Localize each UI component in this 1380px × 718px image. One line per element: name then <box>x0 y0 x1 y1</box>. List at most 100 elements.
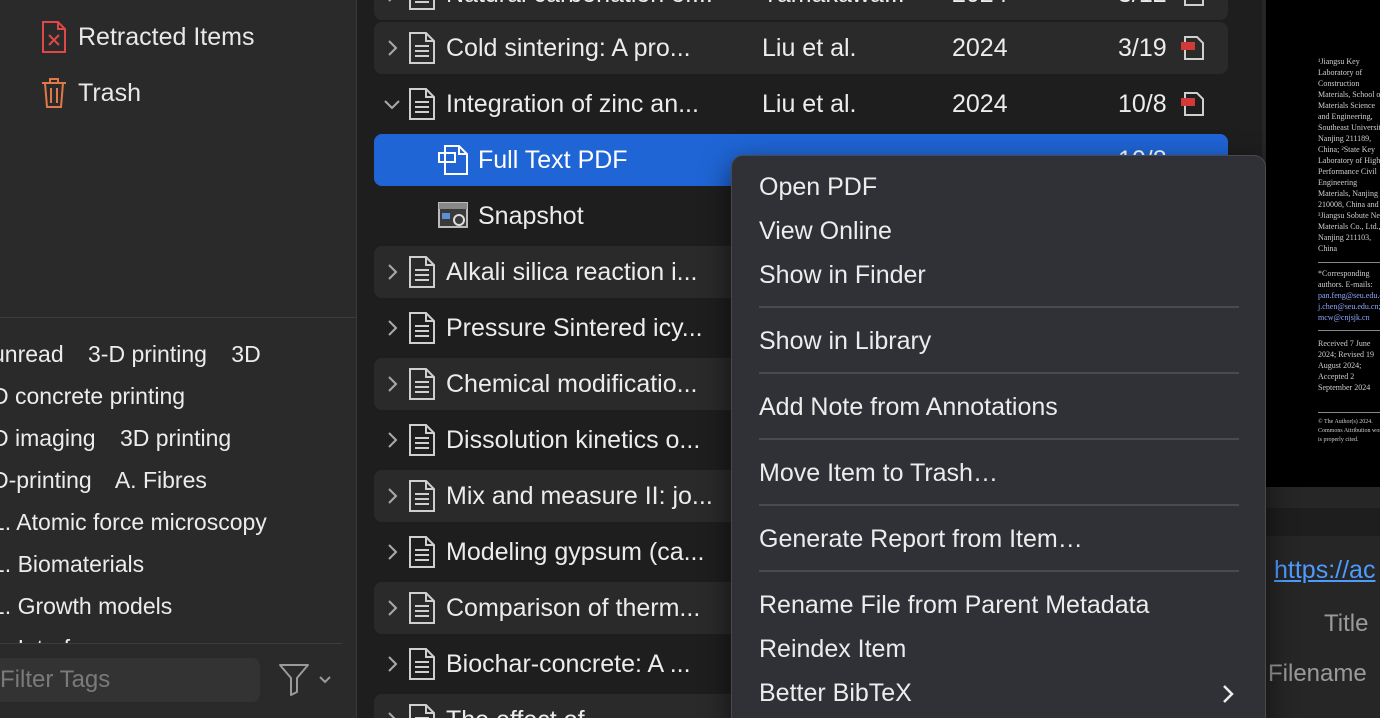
pdf-license: © The Author(s) 2024. Commons Attributio… <box>1318 419 1380 443</box>
item-title: The effect of ... <box>446 706 731 718</box>
chevron-down-icon <box>318 672 332 690</box>
item-creator: Liu et al. <box>762 90 857 118</box>
item-row[interactable]: Natural carbonation of... Yamakawa... 20… <box>374 0 1228 20</box>
collection-retracted-items[interactable]: Retracted Items <box>40 17 254 57</box>
retracted-icon <box>40 20 68 54</box>
filter-tags-box <box>0 658 260 702</box>
item-creator: Liu et al. <box>762 34 857 62</box>
item-row[interactable]: Integration of zinc an... Liu et al. 202… <box>374 78 1228 130</box>
menu-item-generate-report[interactable]: Generate Report from Item… <box>759 525 1083 554</box>
attachment-url-link[interactable]: https://ac <box>1274 556 1375 585</box>
pdf-affiliation-text: ¹Jiangsu Key Laboratory of Construction … <box>1318 57 1380 253</box>
title-field-label: Title <box>1324 610 1369 637</box>
item-year: 2024 <box>952 90 1008 118</box>
chevron-right-icon <box>1220 683 1236 705</box>
menu-item-move-to-trash[interactable]: Move Item to Trash… <box>759 459 998 488</box>
item-title: Mix and measure II: jo... <box>446 482 713 510</box>
menu-item-show-in-library[interactable]: Show in Library <box>759 327 931 356</box>
chevron-right-icon[interactable] <box>382 260 402 284</box>
tag[interactable]: 1. Atomic force microscopy <box>0 509 267 535</box>
journal-article-icon <box>408 592 436 624</box>
chevron-right-icon[interactable] <box>382 596 402 620</box>
tag[interactable]: D-printing <box>0 467 92 493</box>
pdf-divider <box>1318 412 1380 413</box>
tag[interactable]: 3-D printing <box>88 341 207 367</box>
tag-selector-divider <box>0 317 357 318</box>
menu-separator <box>759 306 1239 308</box>
tag[interactable]: D imaging <box>0 425 96 451</box>
tag[interactable]: A. Fibres <box>115 467 207 493</box>
item-row[interactable]: Cold sintering: A pro... Liu et al. 2024… <box>374 22 1228 74</box>
collection-trash[interactable]: Trash <box>40 73 141 113</box>
pane-separator <box>1262 508 1380 536</box>
filter-tags-input[interactable] <box>0 666 250 694</box>
tag-row: D imaging 3D printing <box>0 425 249 452</box>
item-title: Natural carbonation of... <box>446 0 731 9</box>
menu-separator <box>759 504 1239 506</box>
chevron-right-icon[interactable] <box>382 0 402 6</box>
chevron-right-icon[interactable] <box>382 36 402 60</box>
tag[interactable]: 3D printing <box>120 425 231 451</box>
item-title: Modeling gypsum (ca... <box>446 538 705 566</box>
menu-item-reindex-item[interactable]: Reindex Item <box>759 635 906 664</box>
chevron-down-icon[interactable] <box>382 92 402 116</box>
tag[interactable]: 1. Biomaterials <box>0 551 144 577</box>
tag[interactable]: 3D <box>231 341 260 367</box>
menu-item-add-note-from-annotations[interactable]: Add Note from Annotations <box>759 393 1058 422</box>
menu-separator <box>759 438 1239 440</box>
pdf-attachment-icon[interactable] <box>1180 90 1208 118</box>
menu-item-show-in-finder[interactable]: Show in Finder <box>759 261 926 290</box>
item-title: Comparison of therm... <box>446 594 701 622</box>
tag[interactable]: unread <box>0 341 64 367</box>
item-date-added: 3/19 <box>1118 34 1166 62</box>
snapshot-icon <box>438 200 468 232</box>
tag-row: unread 3-D printing 3D <box>0 341 279 368</box>
item-title: Full Text PDF <box>478 146 628 174</box>
item-date-added: 3/12 <box>1118 0 1166 9</box>
item-title: Integration of zinc an... <box>446 90 699 118</box>
menu-item-open-pdf[interactable]: Open PDF <box>759 173 877 202</box>
item-title: Alkali silica reaction i... <box>446 258 698 286</box>
chevron-right-icon[interactable] <box>382 708 402 718</box>
tag[interactable]: D concrete printing <box>0 383 185 409</box>
pdf-preview: ¹Jiangsu Key Laboratory of Construction … <box>1266 0 1380 487</box>
pdf-emails: pan.feng@seu.edu.cn; j.chen@seu.edu.cn; … <box>1318 291 1380 322</box>
item-title: Chemical modificatio... <box>446 370 698 398</box>
menu-item-better-bibtex[interactable]: Better BibTeX <box>759 679 912 708</box>
chevron-right-icon[interactable] <box>382 372 402 396</box>
journal-article-icon <box>408 704 436 718</box>
pdf-attachment-icon <box>438 144 468 176</box>
chevron-right-icon[interactable] <box>382 428 402 452</box>
collection-label: Trash <box>78 78 141 107</box>
journal-article-icon <box>408 0 436 10</box>
collections-sidebar: Retracted Items Trash unread 3-D printin… <box>0 0 357 718</box>
journal-article-icon <box>408 480 436 512</box>
menu-separator <box>759 372 1239 374</box>
trash-icon <box>40 76 68 110</box>
tag-filter-divider <box>0 643 342 644</box>
journal-article-icon <box>408 256 436 288</box>
chevron-right-icon[interactable] <box>382 540 402 564</box>
filter-icon <box>278 661 310 702</box>
item-date-added: 10/8 <box>1118 90 1166 118</box>
tag-row: D-printing A. Fibres <box>0 467 225 494</box>
journal-article-icon <box>408 88 436 120</box>
item-title: Dissolution kinetics o... <box>446 426 701 454</box>
tag[interactable]: 1. Growth models <box>0 593 172 619</box>
journal-article-icon <box>408 312 436 344</box>
tag-filter-menu-button[interactable] <box>278 662 338 700</box>
item-title: Pressure Sintered icy... <box>446 314 703 342</box>
chevron-right-icon[interactable] <box>382 484 402 508</box>
chevron-right-icon[interactable] <box>382 652 402 676</box>
journal-article-icon <box>408 368 436 400</box>
journal-article-icon <box>408 536 436 568</box>
menu-item-rename-file[interactable]: Rename File from Parent Metadata <box>759 591 1149 620</box>
pdf-dates: Received 7 June 2024; Revised 19 August … <box>1318 339 1374 392</box>
tag-selector: unread 3-D printing 3D D concrete printi… <box>0 332 357 644</box>
chevron-right-icon[interactable] <box>382 316 402 340</box>
menu-item-view-online[interactable]: View Online <box>759 217 892 246</box>
pdf-attachment-icon[interactable] <box>1180 0 1208 8</box>
journal-article-icon <box>408 32 436 64</box>
collection-label: Retracted Items <box>78 22 255 51</box>
pdf-attachment-icon[interactable] <box>1180 34 1208 62</box>
